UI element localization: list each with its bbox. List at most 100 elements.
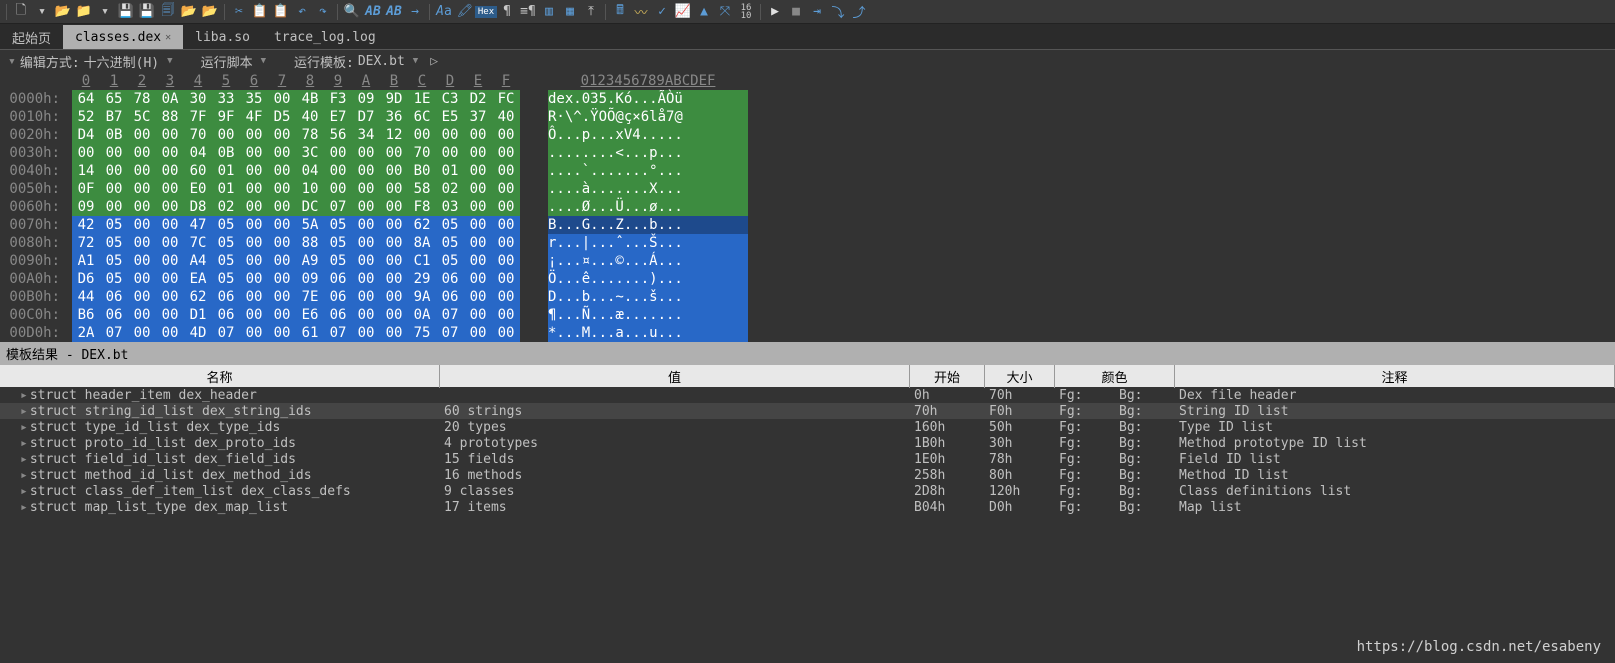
- expand-icon[interactable]: ▸: [20, 388, 28, 403]
- tab-label: classes.dex: [75, 30, 161, 45]
- separator: [337, 4, 338, 20]
- close-icon[interactable]: ✕: [165, 32, 171, 43]
- hex-editor[interactable]: 0123456789ABCDEF 0123456789ABCDEF 0000h:…: [0, 72, 1615, 342]
- run-script-label[interactable]: 运行脚本: [201, 52, 253, 71]
- font-icon[interactable]: Aa: [435, 3, 453, 21]
- table-row[interactable]: ▸struct method_id_list dex_method_ids16 …: [0, 467, 1615, 483]
- table-row[interactable]: ▸struct header_item dex_header0h70hFg:Bg…: [0, 387, 1615, 403]
- hex-row[interactable]: 0070h:42050000470500005A05000062050000B.…: [0, 216, 1615, 234]
- chevron-down-icon[interactable]: ▼: [261, 56, 266, 66]
- chevron-down-icon[interactable]: ▼: [413, 56, 418, 66]
- table-row[interactable]: ▸struct field_id_list dex_field_ids15 fi…: [0, 451, 1615, 467]
- hex-offset: 0000h:: [0, 90, 72, 108]
- expand-icon[interactable]: ▸: [20, 452, 28, 467]
- paste-icon[interactable]: 📋: [272, 3, 290, 21]
- hex-row[interactable]: 00A0h:D6050000EA0500000906000029060000Ö.…: [0, 270, 1615, 288]
- table-row[interactable]: ▸struct proto_id_list dex_proto_ids4 pro…: [0, 435, 1615, 451]
- table-row[interactable]: ▸struct map_list_type dex_map_list17 ite…: [0, 499, 1615, 515]
- run-template-value[interactable]: DEX.bt: [358, 54, 405, 69]
- column-name[interactable]: 名称: [0, 365, 440, 388]
- hex-row[interactable]: 0080h:720500007C050000880500008A050000r.…: [0, 234, 1615, 252]
- hex-row[interactable]: 0030h:00000000040B00003C00000070000000..…: [0, 144, 1615, 162]
- run-icon[interactable]: ▶: [766, 3, 784, 21]
- hex-offset: 0050h:: [0, 180, 72, 198]
- expand-icon[interactable]: ▸: [20, 436, 28, 451]
- text-flow-icon[interactable]: ≡¶: [519, 3, 537, 21]
- toggle-hex-icon[interactable]: Hex: [477, 3, 495, 21]
- cut-icon[interactable]: ✂: [230, 3, 248, 21]
- histogram-icon[interactable]: 📈: [674, 3, 692, 21]
- table-row[interactable]: ▸struct string_id_list dex_string_ids60 …: [0, 403, 1615, 419]
- open-dropdown-icon[interactable]: ▾: [96, 3, 114, 21]
- column-size[interactable]: 大小: [985, 365, 1055, 388]
- undo-icon[interactable]: ↶: [293, 3, 311, 21]
- hex-row[interactable]: 0050h:0F000000E00100001000000058020000..…: [0, 180, 1615, 198]
- save-icon[interactable]: 💾: [117, 3, 135, 21]
- expand-icon[interactable]: ▾: [8, 54, 16, 69]
- cell-bg: Bg:: [1115, 500, 1175, 515]
- find-in-files-icon[interactable]: AB: [385, 3, 403, 21]
- table-row[interactable]: ▸struct type_id_list dex_type_ids20 type…: [0, 419, 1615, 435]
- chevron-down-icon[interactable]: ▼: [167, 56, 172, 66]
- stop-icon[interactable]: ■: [787, 3, 805, 21]
- checksum-icon[interactable]: ✓: [653, 3, 671, 21]
- workspace-close-icon[interactable]: 📂: [201, 3, 219, 21]
- step-out-icon[interactable]: ⤴: [850, 3, 868, 21]
- hex-row[interactable]: 00C0h:B6060000D1060000E60600000A070000¶.…: [0, 306, 1615, 324]
- open-file-icon[interactable]: 📂: [54, 3, 72, 21]
- template-results-title: 模板结果 - DEX.bt: [0, 342, 1615, 365]
- goto-icon[interactable]: →: [406, 3, 424, 21]
- cell-name: ▸struct type_id_list dex_type_ids: [0, 420, 440, 435]
- save-all-icon[interactable]: 🗐: [159, 3, 177, 21]
- expand-icon[interactable]: ▸: [20, 484, 28, 499]
- copy-icon[interactable]: 📋: [251, 3, 269, 21]
- compare-icon[interactable]: 〰: [632, 3, 650, 21]
- columns-icon[interactable]: ▥: [540, 3, 558, 21]
- hex-row[interactable]: 00B0h:44060000620600007E0600009A060000D.…: [0, 288, 1615, 306]
- column-color[interactable]: 颜色: [1055, 365, 1175, 388]
- highlight-icon[interactable]: 🖍: [456, 3, 474, 21]
- hex-ascii: D...b...~...š...: [548, 288, 748, 306]
- hex-row[interactable]: 0060h:09000000D8020000DC070000F8030000..…: [0, 198, 1615, 216]
- tab-classes-dex[interactable]: classes.dex ✕: [63, 25, 183, 49]
- hex-row[interactable]: 00D0h:2A0700004D0700006107000075070000*.…: [0, 324, 1615, 342]
- image-icon[interactable]: ▲: [695, 3, 713, 21]
- open-drive-icon[interactable]: 📁: [75, 3, 93, 21]
- new-file-icon[interactable]: 🗋: [12, 3, 30, 21]
- column-comment[interactable]: 注释: [1175, 365, 1615, 388]
- expand-icon[interactable]: ▸: [20, 500, 28, 515]
- hex-row[interactable]: 0010h:52B75C887F9F4FD540E7D7366CE53740R·…: [0, 108, 1615, 126]
- tab-liba-so[interactable]: liba.so: [183, 25, 262, 49]
- tab-startpage[interactable]: 起始页: [0, 25, 63, 49]
- find-icon[interactable]: 🔍: [343, 3, 361, 21]
- template-grid-header: 名称 值 开始 大小 颜色 注释: [0, 365, 1615, 387]
- cell-fg: Fg:: [1055, 452, 1115, 467]
- hex-row[interactable]: 0020h:D40B0000700000007856341200000000Ô.…: [0, 126, 1615, 144]
- expand-icon[interactable]: ▸: [20, 404, 28, 419]
- expand-icon[interactable]: ▸: [20, 468, 28, 483]
- paragraph-icon[interactable]: ¶: [498, 3, 516, 21]
- workspace-open-icon[interactable]: 📂: [180, 3, 198, 21]
- step-over-icon[interactable]: ⇥: [808, 3, 826, 21]
- edit-mode-value[interactable]: 十六进制(H): [84, 52, 159, 71]
- hex-row[interactable]: 0000h:6465780A303335004BF3099D1EC3D2FCde…: [0, 90, 1615, 108]
- step-into-icon[interactable]: ⤵: [829, 3, 847, 21]
- sector-icon[interactable]: ▦: [561, 3, 579, 21]
- replace-icon[interactable]: AB: [364, 3, 382, 21]
- column-start[interactable]: 开始: [910, 365, 985, 388]
- run-template-play-icon[interactable]: ▷: [430, 54, 438, 69]
- redo-icon[interactable]: ↷: [314, 3, 332, 21]
- expand-icon[interactable]: ▸: [20, 420, 28, 435]
- tab-tracelog[interactable]: trace_log.log: [262, 25, 388, 49]
- convert-icon[interactable]: ⤧: [716, 3, 734, 21]
- ruler-icon[interactable]: ⤒: [582, 3, 600, 21]
- hex-row[interactable]: 0090h:A1050000A4050000A9050000C1050000¡.…: [0, 252, 1615, 270]
- save-as-icon[interactable]: 💾: [138, 3, 156, 21]
- calculator-icon[interactable]: 🖩: [611, 3, 629, 21]
- new-file-dropdown-icon[interactable]: ▾: [33, 3, 51, 21]
- column-value[interactable]: 值: [440, 365, 910, 388]
- base-conv-icon[interactable]: 1610: [737, 3, 755, 21]
- table-row[interactable]: ▸struct class_def_item_list dex_class_de…: [0, 483, 1615, 499]
- hex-row[interactable]: 0040h:140000006001000004000000B0010000..…: [0, 162, 1615, 180]
- template-grid-body[interactable]: ▸struct header_item dex_header0h70hFg:Bg…: [0, 387, 1615, 515]
